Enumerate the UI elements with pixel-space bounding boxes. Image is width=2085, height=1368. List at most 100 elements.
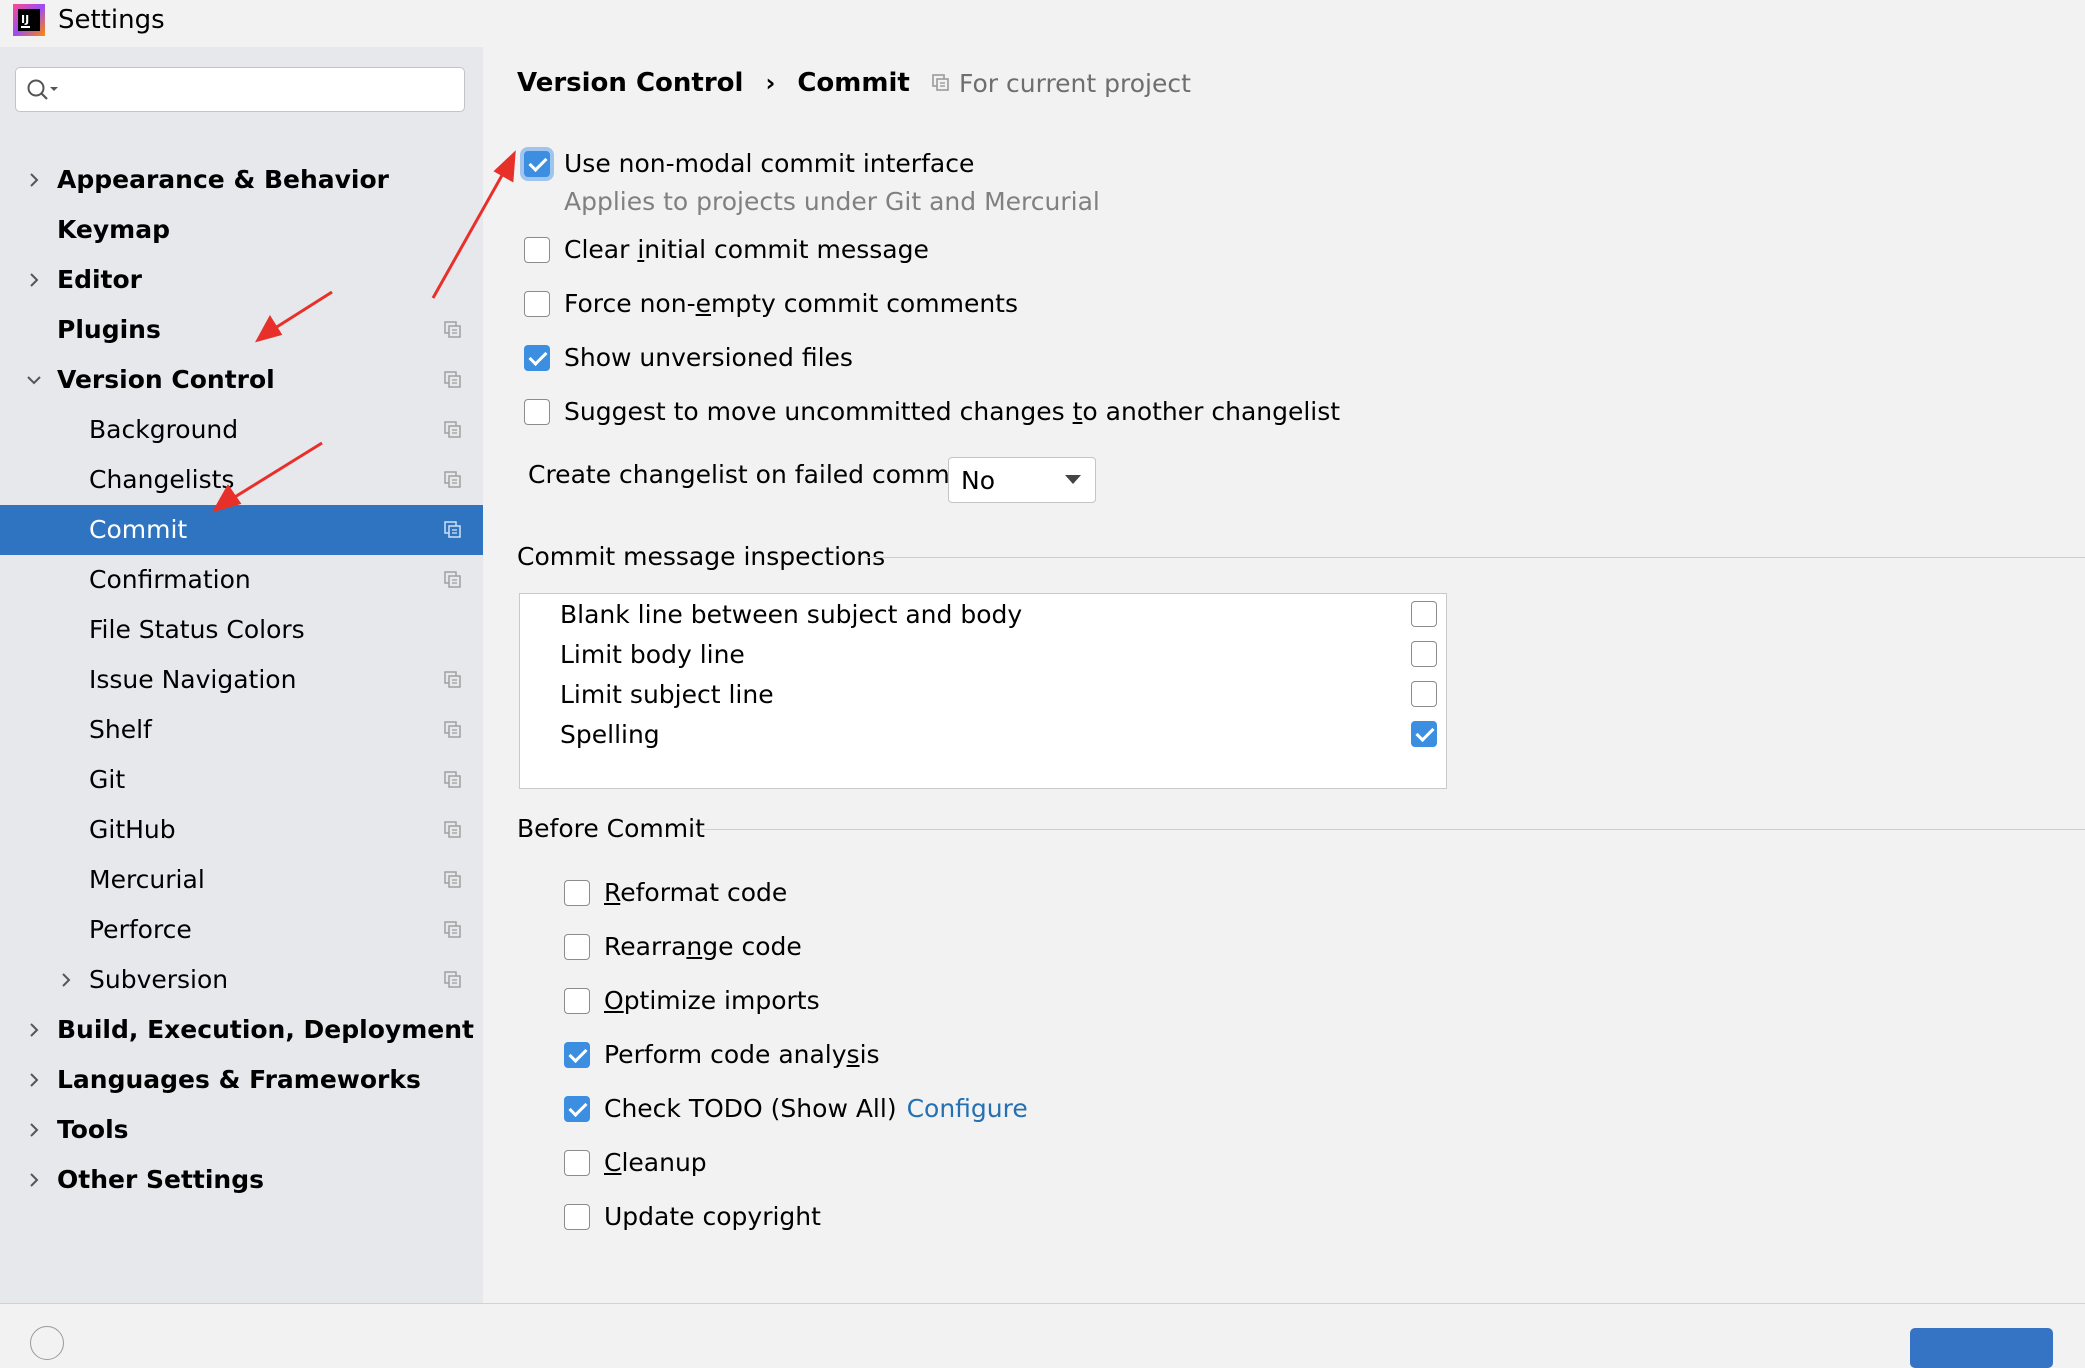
changelist-on-failed-commit-label: Create changelist on failed commit: [528,460,975,489]
sidebar-item-editor[interactable]: Editor [0,255,483,305]
project-scope-icon [444,721,461,738]
sidebar-item-issue-navigation[interactable]: Issue Navigation [0,655,483,705]
non-modal-hint: Applies to projects under Git and Mercur… [564,187,1100,216]
breadcrumb: Version Control › Commit [517,63,910,103]
sidebar-item-confirmation[interactable]: Confirmation [0,555,483,605]
optimize-imports-checkbox[interactable] [564,987,590,1014]
sidebar-item-version-control[interactable]: Version Control [0,355,483,405]
sidebar-item-label: Other Settings [57,1165,264,1194]
chevron-down-icon[interactable] [25,371,43,389]
title-bar: IJ Settings [0,0,2085,47]
reformat-code-option[interactable]: Reformat code [564,878,787,907]
sidebar-item-languages-frameworks[interactable]: Languages & Frameworks [0,1055,483,1105]
force-nonempty-comments-checkbox[interactable] [524,290,550,317]
update-copyright-label: Update copyright [604,1202,821,1231]
clear-initial-message-checkbox[interactable] [524,236,550,263]
clear-initial-message-option[interactable]: Clear initial commit message [524,235,929,264]
sidebar-item-shelf[interactable]: Shelf [0,705,483,755]
sidebar-item-perforce[interactable]: Perforce [0,905,483,955]
sidebar-item-label: Changelists [89,465,235,494]
scope-label: For current project [959,68,1191,98]
cleanup-label: Cleanup [604,1148,707,1177]
chevron-right-icon[interactable] [25,271,43,289]
search-icon[interactable] [26,78,62,102]
chevron-right-icon[interactable] [25,171,43,189]
chevron-right-icon[interactable] [25,1071,43,1089]
perform-code-analysis-checkbox[interactable] [564,1041,590,1068]
cleanup-checkbox[interactable] [564,1149,590,1176]
rearrange-code-option[interactable]: Rearrange code [564,932,802,961]
check-todo-option[interactable]: Check TODO (Show All) Configure [564,1094,1028,1123]
project-scope-icon [444,421,461,438]
sidebar-item-commit[interactable]: Commit [0,505,483,555]
settings-tree: Appearance & Behavior Keymap Editor Plugins… [0,155,483,1205]
breadcrumb-parent[interactable]: Version Control [517,68,743,98]
sidebar-item-label: Editor [57,265,142,294]
search-input[interactable] [66,74,460,108]
inspection-row[interactable]: Spelling [520,714,1446,754]
perform-code-analysis-label: Perform code analysis [604,1040,880,1069]
sidebar-item-label: Confirmation [89,565,251,594]
breadcrumb-current: Commit [797,68,910,98]
inspection-row[interactable]: Limit body line [520,634,1446,674]
changelist-on-failed-commit-select[interactable]: No [948,457,1096,503]
sidebar-item-appearance-behavior[interactable]: Appearance & Behavior [0,155,483,205]
suggest-move-changes-checkbox[interactable] [524,398,550,425]
project-scope-icon [444,521,461,538]
optimize-imports-option[interactable]: Optimize imports [564,986,820,1015]
non-modal-commit-checkbox[interactable] [524,150,550,177]
settings-search[interactable] [15,67,465,112]
section-divider [701,829,2085,830]
dialog-button-bar [0,1303,2085,1368]
chevron-right-icon[interactable] [25,1171,43,1189]
show-unversioned-option[interactable]: Show unversioned files [524,343,853,372]
sidebar-item-subversion[interactable]: Subversion [0,955,483,1005]
inspection-row[interactable]: Blank line between subject and body [520,594,1446,634]
sidebar-item-github[interactable]: GitHub [0,805,483,855]
sidebar-item-label: Keymap [57,215,171,244]
inspection-checkbox[interactable] [1411,641,1437,667]
ok-button[interactable] [1910,1328,2053,1368]
update-copyright-option[interactable]: Update copyright [564,1202,821,1231]
sidebar-item-git[interactable]: Git [0,755,483,805]
inspection-checkbox[interactable] [1411,601,1437,627]
configure-todo-link[interactable]: Configure [907,1094,1028,1123]
non-modal-commit-option[interactable]: Use non-modal commit interface [524,149,974,178]
intellij-logo-icon: IJ [13,4,45,36]
sidebar-item-changelists[interactable]: Changelists [0,455,483,505]
force-nonempty-comments-option[interactable]: Force non-empty commit comments [524,289,1018,318]
sidebar-item-keymap[interactable]: Keymap [0,205,483,255]
sidebar-item-label: Languages & Frameworks [57,1065,421,1094]
sidebar-item-label: Tools [57,1115,129,1144]
sidebar-item-label: Issue Navigation [89,665,297,694]
sidebar-item-tools[interactable]: Tools [0,1105,483,1155]
perform-code-analysis-option[interactable]: Perform code analysis [564,1040,880,1069]
reformat-code-label: Reformat code [604,878,788,907]
sidebar-item-other-settings[interactable]: Other Settings [0,1155,483,1205]
suggest-move-changes-option[interactable]: Suggest to move uncommitted changes to a… [524,397,1340,426]
project-scope-icon [444,471,461,488]
rearrange-code-checkbox[interactable] [564,933,590,960]
inspection-checkbox[interactable] [1411,681,1437,707]
update-copyright-checkbox[interactable] [564,1203,590,1230]
sidebar-item-background[interactable]: Background [0,405,483,455]
sidebar-item-label: Appearance & Behavior [57,165,389,194]
chevron-right-icon[interactable] [25,1021,43,1039]
inspection-row[interactable]: Limit subject line [520,674,1446,714]
sidebar-item-mercurial[interactable]: Mercurial [0,855,483,905]
inspection-label: Limit subject line [560,679,774,709]
chevron-right-icon[interactable] [57,971,75,989]
reformat-code-checkbox[interactable] [564,879,590,906]
help-icon[interactable] [30,1326,64,1360]
show-unversioned-checkbox[interactable] [524,344,550,371]
check-todo-checkbox[interactable] [564,1095,590,1122]
chevron-down-icon [1065,475,1081,484]
suggest-move-changes-label: Suggest to move uncommitted changes to a… [564,397,1341,426]
sidebar-item-build-execution-deployment[interactable]: Build, Execution, Deployment [0,1005,483,1055]
chevron-right-icon[interactable] [25,1121,43,1139]
cleanup-option[interactable]: Cleanup [564,1148,707,1177]
sidebar-item-plugins[interactable]: Plugins [0,305,483,355]
inspection-checkbox[interactable] [1411,721,1437,747]
inspections-table: Blank line between subject and body Limi… [519,593,1447,789]
sidebar-item-file-status-colors[interactable]: File Status Colors [0,605,483,655]
